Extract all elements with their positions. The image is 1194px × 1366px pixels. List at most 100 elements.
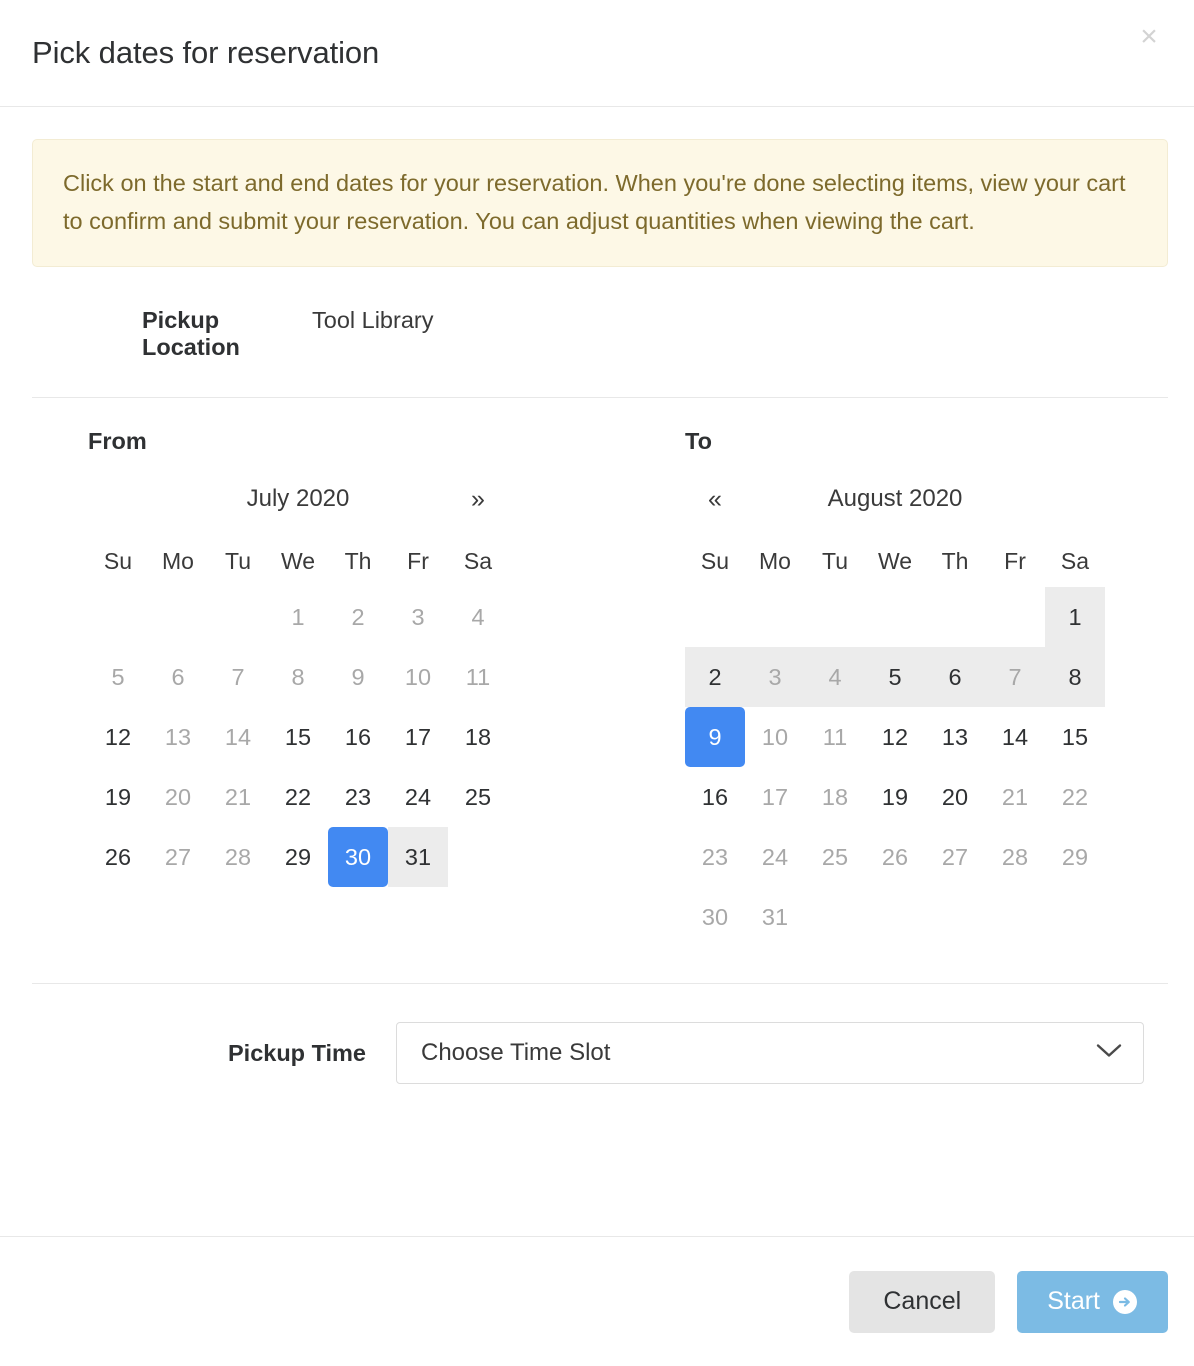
calendar-day[interactable]: 19 xyxy=(865,767,925,827)
calendar-day-cell[interactable]: 26 xyxy=(88,827,148,887)
calendar-day[interactable]: 13 xyxy=(925,707,985,767)
calendar-day-cell: 22 xyxy=(1061,783,1089,810)
calendar-day-cell[interactable]: 24 xyxy=(388,767,448,827)
calendar-day-cell[interactable]: 8 xyxy=(1045,647,1105,707)
calendar-day-cell: 4 xyxy=(828,663,842,690)
calendar-day-cell[interactable]: 30 xyxy=(328,827,388,888)
calendar-day-cell: 21 xyxy=(224,783,252,810)
calendar-day[interactable]: 9 xyxy=(685,707,745,768)
calendar-day[interactable]: 1 xyxy=(1045,587,1105,648)
pickup-time-select[interactable]: Choose Time Slot xyxy=(396,1022,1144,1085)
calendar-day[interactable]: 5 xyxy=(865,647,925,708)
calendar-day-cell[interactable]: 12 xyxy=(88,707,148,767)
calendar-day-cell: 26 xyxy=(881,843,909,870)
calendar-day-cell[interactable]: 20 xyxy=(925,767,985,827)
calendar-day-cell[interactable]: 31 xyxy=(388,827,448,888)
calendar-day[interactable]: 29 xyxy=(268,827,328,887)
start-button[interactable]: Start xyxy=(1017,1270,1168,1333)
calendar-day: 7 xyxy=(985,647,1045,708)
calendar-day-cell[interactable]: 17 xyxy=(388,707,448,767)
calendar-day-cell[interactable]: 15 xyxy=(1045,707,1105,767)
calendar-day: 14 xyxy=(208,707,268,767)
calendar-day[interactable]: 2 xyxy=(685,647,745,708)
calendar-day: 23 xyxy=(685,827,745,887)
weekday-header: Tu xyxy=(225,547,251,574)
calendar-day[interactable]: 18 xyxy=(448,707,508,767)
calendar-day-cell[interactable]: 6 xyxy=(925,647,985,707)
calendar-day-cell[interactable]: 22 xyxy=(268,767,328,827)
calendar-day-cell: 11 xyxy=(822,723,848,750)
calendar-day[interactable]: 16 xyxy=(685,767,745,827)
calendar-day-cell[interactable]: 15 xyxy=(268,707,328,767)
calendar-day-cell[interactable]: 13 xyxy=(925,707,985,767)
calendar-day[interactable]: 12 xyxy=(88,707,148,767)
calendar-day-cell[interactable]: 29 xyxy=(268,827,328,887)
weekday-header: Fr xyxy=(407,547,429,574)
calendar-to-month-label: August 2020 xyxy=(827,485,963,513)
calendar-from-grid: Su Mo Tu We Th Fr Sa 1 2 3 4 5 6 7 8 9 10 11 12 13 14 15 16 17 1… xyxy=(88,535,508,888)
calendar-day[interactable]: 12 xyxy=(865,707,925,767)
calendar-day xyxy=(88,587,148,647)
calendar-day-cell: 28 xyxy=(1001,843,1029,870)
calendar-day-cell[interactable]: 23 xyxy=(328,767,388,827)
calendar-to-prev-icon[interactable]: « xyxy=(685,485,745,514)
calendar-day-cell: 7 xyxy=(1008,663,1022,690)
calendar-day[interactable]: 19 xyxy=(88,767,148,827)
calendar-day[interactable]: 17 xyxy=(388,707,448,767)
calendar-day-cell[interactable]: 19 xyxy=(865,767,925,827)
calendar-day: 26 xyxy=(865,827,925,887)
calendar-day-cell: 25 xyxy=(821,843,849,870)
weekday-header: We xyxy=(280,547,316,574)
calendar-day[interactable]: 6 xyxy=(925,647,985,708)
calendar-from-next-icon[interactable]: » xyxy=(448,485,508,514)
calendar-day[interactable]: 31 xyxy=(388,827,448,888)
calendar-day[interactable]: 22 xyxy=(268,767,328,827)
weekday-header: Mo xyxy=(759,547,791,574)
calendar-day: 17 xyxy=(745,767,805,827)
start-button-label: Start xyxy=(1047,1287,1100,1315)
calendar-day-cell[interactable]: 18 xyxy=(448,707,508,767)
calendar-day-cell[interactable]: 16 xyxy=(685,767,745,827)
calendar-day-cell[interactable]: 25 xyxy=(448,767,508,827)
calendar-day-cell[interactable]: 1 xyxy=(1045,587,1105,648)
pickup-time-label: Pickup Time xyxy=(227,1039,366,1066)
calendar-day xyxy=(865,587,925,647)
calendar-day-cell: 3 xyxy=(411,603,425,630)
calendar-day[interactable]: 15 xyxy=(268,707,328,767)
calendar-day: 3 xyxy=(745,647,805,708)
calendar-day[interactable]: 8 xyxy=(1045,647,1105,708)
calendar-day-cell[interactable]: 14 xyxy=(985,707,1045,767)
weekday-header: Su xyxy=(103,547,133,574)
calendar-day[interactable]: 24 xyxy=(388,767,448,827)
calendar-day[interactable]: 26 xyxy=(88,827,148,887)
calendar-day-cell[interactable]: 19 xyxy=(88,767,148,827)
calendar-day-cell[interactable]: 12 xyxy=(865,707,925,767)
calendar-to-nav: « August 2020 » xyxy=(685,477,1105,521)
close-icon[interactable]: × xyxy=(1132,20,1166,54)
calendar-day-cell: 6 xyxy=(171,663,185,690)
calendar-day[interactable]: 15 xyxy=(1045,707,1105,767)
calendar-day-cell[interactable]: 9 xyxy=(685,707,745,768)
calendar-day[interactable]: 25 xyxy=(448,767,508,827)
cancel-button[interactable]: Cancel xyxy=(849,1270,996,1333)
calendar-day: 28 xyxy=(985,827,1045,887)
calendar-day: 1 xyxy=(268,587,328,647)
calendar-to-heading: To xyxy=(685,428,712,455)
calendar-day-cell[interactable]: 5 xyxy=(865,647,925,707)
calendar-day[interactable]: 14 xyxy=(985,707,1045,767)
calendar-day: 27 xyxy=(148,827,208,887)
calendar-day: 21 xyxy=(208,767,268,827)
calendar-day[interactable]: 16 xyxy=(328,707,388,767)
calendar-day-cell: 21 xyxy=(1001,783,1029,810)
calendar-day-cell[interactable]: 16 xyxy=(328,707,388,767)
calendar-day[interactable]: 20 xyxy=(925,767,985,827)
calendar-day: 11 xyxy=(805,707,865,767)
calendar-day-cell[interactable]: 2 xyxy=(685,647,745,707)
calendar-week-row: 5 6 7 8 9 10 11 xyxy=(88,647,508,707)
calendar-day-cell: 7 xyxy=(231,663,245,690)
calendar-day[interactable]: 30 xyxy=(328,827,388,888)
calendar-day xyxy=(805,887,865,947)
calendar-day xyxy=(148,587,208,647)
calendar-day[interactable]: 23 xyxy=(328,767,388,827)
reservation-date-modal: Pick dates for reservation × Click on th… xyxy=(0,0,1194,1366)
